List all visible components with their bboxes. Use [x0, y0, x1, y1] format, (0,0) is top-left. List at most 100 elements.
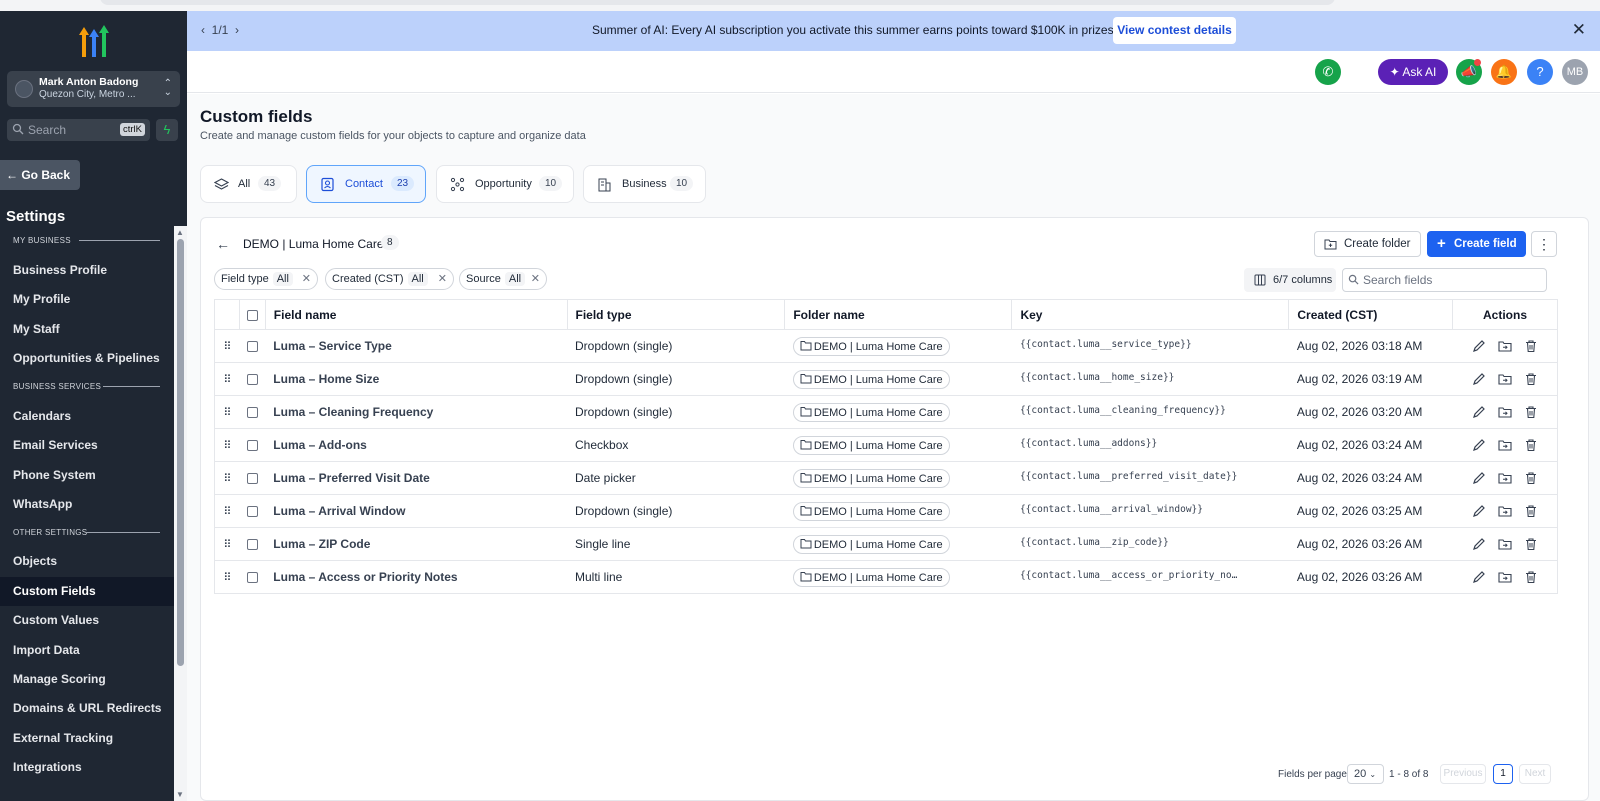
row-checkbox[interactable]: [239, 560, 266, 594]
drag-handle-icon[interactable]: ⠿: [213, 428, 240, 462]
sidebar-scrollbar[interactable]: ▲ ▼: [174, 226, 187, 801]
move-to-folder-icon[interactable]: [1498, 372, 1512, 386]
scroll-down-icon[interactable]: ▼: [176, 790, 184, 799]
trash-icon[interactable]: [1524, 537, 1538, 551]
sidebar-item-integrations[interactable]: Integrations: [0, 753, 174, 782]
field-name-cell[interactable]: Luma – Preferred Visit Date: [265, 461, 567, 495]
table-row[interactable]: ⠿ Luma – Access or Priority Notes Multi li…: [213, 560, 1558, 594]
table-row[interactable]: ⠿ Luma – Home Size Dropdown (single) DEMO |…: [213, 362, 1558, 396]
drag-handle-icon[interactable]: ⠿: [213, 362, 240, 396]
previous-page-button[interactable]: Previous: [1440, 764, 1486, 784]
sidebar-item-opportunities[interactable]: Opportunities & Pipelines: [0, 344, 174, 373]
tab-all[interactable]: All 43: [200, 165, 297, 203]
sidebar-item-import-data[interactable]: Import Data: [0, 636, 174, 665]
edit-icon[interactable]: [1472, 405, 1486, 419]
field-name-cell[interactable]: Luma – ZIP Code: [265, 527, 567, 561]
field-name-cell[interactable]: Luma – Add-ons: [265, 428, 567, 462]
back-arrow-icon[interactable]: ←: [216, 236, 230, 252]
search-fields-input[interactable]: Search fields: [1342, 268, 1547, 292]
table-row[interactable]: ⠿ Luma – ZIP Code Single line DEMO | Luma H…: [213, 527, 1558, 561]
move-to-folder-icon[interactable]: [1498, 339, 1512, 353]
edit-icon[interactable]: [1472, 504, 1486, 518]
drag-handle-icon[interactable]: ⠿: [213, 494, 240, 528]
row-checkbox[interactable]: [239, 461, 266, 495]
go-back-button[interactable]: ← Go Back: [0, 160, 80, 190]
row-checkbox[interactable]: [239, 428, 266, 462]
move-to-folder-icon[interactable]: [1498, 570, 1512, 584]
col-field-type[interactable]: Field type: [566, 299, 786, 330]
scroll-up-icon[interactable]: ▲: [176, 228, 184, 237]
clear-filter-icon[interactable]: ✕: [531, 269, 540, 289]
bell-icon[interactable]: 🔔: [1491, 59, 1517, 85]
quick-action-bolt-icon[interactable]: ϟ: [156, 119, 178, 141]
sidebar-item-business-profile[interactable]: Business Profile: [0, 256, 174, 285]
edit-icon[interactable]: [1472, 438, 1486, 452]
account-switcher[interactable]: Mark Anton Badong Quezon City, Metro ...…: [7, 71, 180, 107]
per-page-select[interactable]: 20 ⌄: [1347, 764, 1384, 784]
sidebar-item-objects[interactable]: Objects: [0, 547, 174, 576]
columns-button[interactable]: 6/7 columns: [1244, 268, 1336, 292]
tab-business[interactable]: Business 10: [583, 165, 706, 203]
ask-ai-button[interactable]: ✦ Ask AI: [1378, 59, 1448, 85]
field-name-cell[interactable]: Luma – Arrival Window: [265, 494, 567, 528]
view-contest-button[interactable]: View contest details: [1113, 17, 1236, 44]
create-folder-button[interactable]: Create folder: [1314, 231, 1421, 257]
trash-icon[interactable]: [1524, 372, 1538, 386]
field-name-cell[interactable]: Luma – Home Size: [265, 362, 567, 396]
table-row[interactable]: ⠿ Luma – Preferred Visit Date Date picker D…: [213, 461, 1558, 495]
filter-created[interactable]: Created (CST) All ✕: [325, 268, 454, 290]
sidebar-item-manage-scoring[interactable]: Manage Scoring: [0, 665, 174, 694]
folder-badge[interactable]: DEMO | Luma Home Care: [792, 567, 950, 587]
col-key[interactable]: Key: [1011, 299, 1290, 330]
sidebar-item-external-tracking[interactable]: External Tracking: [0, 724, 174, 753]
user-avatar[interactable]: MB: [1562, 59, 1588, 85]
drag-handle-icon[interactable]: ⠿: [213, 329, 240, 363]
banner-pager[interactable]: ‹ 1/1 ›: [201, 23, 239, 37]
field-name-cell[interactable]: Luma – Access or Priority Notes: [265, 560, 567, 594]
table-row[interactable]: ⠿ Luma – Arrival Window Dropdown (single) D…: [213, 494, 1558, 528]
table-row[interactable]: ⠿ Luma – Cleaning Frequency Dropdown (sing…: [213, 395, 1558, 429]
move-to-folder-icon[interactable]: [1498, 471, 1512, 485]
move-to-folder-icon[interactable]: [1498, 438, 1512, 452]
close-icon[interactable]: ✕: [1572, 20, 1586, 40]
select-all-checkbox[interactable]: [239, 299, 266, 330]
row-checkbox[interactable]: [239, 527, 266, 561]
help-icon[interactable]: ?: [1527, 59, 1553, 85]
sidebar-item-whatsapp[interactable]: WhatsApp: [0, 490, 174, 519]
filter-source[interactable]: Source All ✕: [459, 268, 547, 290]
edit-icon[interactable]: [1472, 570, 1486, 584]
folder-badge[interactable]: DEMO | Luma Home Care: [792, 534, 950, 554]
col-created[interactable]: Created (CST): [1288, 299, 1453, 330]
field-name-cell[interactable]: Luma – Cleaning Frequency: [265, 395, 567, 429]
folder-badge[interactable]: DEMO | Luma Home Care: [792, 336, 950, 356]
drag-handle-icon[interactable]: ⠿: [213, 560, 240, 594]
row-checkbox[interactable]: [239, 329, 266, 363]
sidebar-item-my-profile[interactable]: My Profile: [0, 285, 174, 314]
next-page-button[interactable]: Next: [1519, 764, 1551, 784]
sidebar-item-email-services[interactable]: Email Services: [0, 431, 174, 460]
scrollbar-thumb[interactable]: [177, 239, 184, 666]
trash-icon[interactable]: [1524, 405, 1538, 419]
sidebar-item-phone-system[interactable]: Phone System: [0, 461, 174, 490]
col-folder-name[interactable]: Folder name: [784, 299, 1013, 330]
trash-icon[interactable]: [1524, 570, 1538, 584]
move-to-folder-icon[interactable]: [1498, 537, 1512, 551]
clear-filter-icon[interactable]: ✕: [438, 269, 447, 289]
tab-opportunity[interactable]: Opportunity 10: [436, 165, 574, 203]
phone-icon[interactable]: ✆: [1315, 59, 1341, 85]
table-row[interactable]: ⠿ Luma – Add-ons Checkbox DEMO | Luma Home …: [213, 428, 1558, 462]
edit-icon[interactable]: [1472, 537, 1486, 551]
edit-icon[interactable]: [1472, 471, 1486, 485]
trash-icon[interactable]: [1524, 339, 1538, 353]
folder-badge[interactable]: DEMO | Luma Home Care: [792, 435, 950, 455]
row-checkbox[interactable]: [239, 395, 266, 429]
megaphone-icon[interactable]: 📣: [1456, 59, 1482, 85]
edit-icon[interactable]: [1472, 372, 1486, 386]
move-to-folder-icon[interactable]: [1498, 504, 1512, 518]
folder-badge[interactable]: DEMO | Luma Home Care: [792, 369, 950, 389]
filter-field-type[interactable]: Field type All ✕: [214, 268, 318, 290]
page-number-button[interactable]: 1: [1493, 764, 1513, 784]
sidebar-item-calendars[interactable]: Calendars: [0, 402, 174, 431]
sidebar-search[interactable]: Search ctrlK: [7, 119, 150, 141]
sidebar-item-custom-values[interactable]: Custom Values: [0, 606, 174, 635]
